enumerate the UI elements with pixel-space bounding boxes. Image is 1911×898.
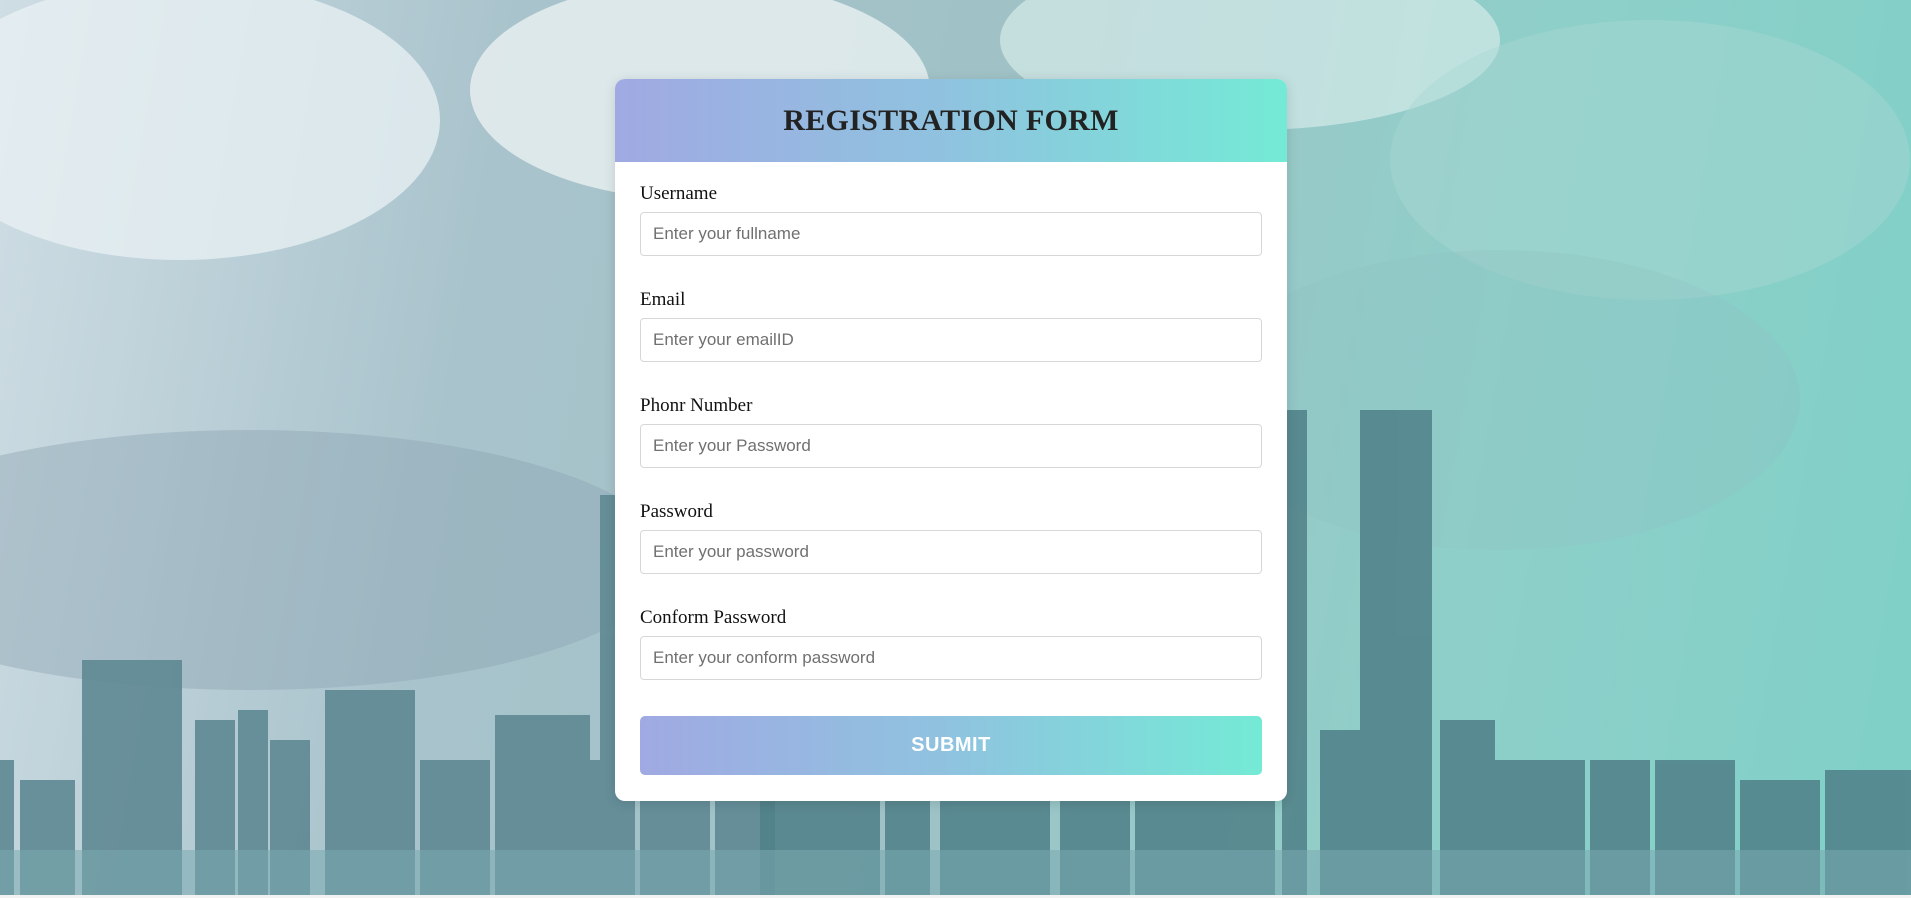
confirm-password-input[interactable] xyxy=(640,636,1262,680)
confirm-password-label: Conform Password xyxy=(640,607,787,628)
phone-number-label: Phonr Number xyxy=(640,395,753,416)
username-field: Username xyxy=(640,183,1262,289)
password-input[interactable] xyxy=(640,530,1262,574)
username-label: Username xyxy=(640,183,718,204)
registration-card: REGISTRATION FORM Username Email Phonr N… xyxy=(615,79,1287,801)
registration-form: Username Email Phonr Number Password Con… xyxy=(615,162,1287,775)
password-label: Password xyxy=(640,501,713,522)
confirm-password-field: Conform Password xyxy=(640,607,1262,713)
submit-button[interactable]: SUBMIT xyxy=(640,716,1262,775)
phone-number-field: Phonr Number xyxy=(640,395,1262,501)
email-label: Email xyxy=(640,289,686,310)
password-field: Password xyxy=(640,501,1262,607)
email-field: Email xyxy=(640,289,1262,395)
email-input[interactable] xyxy=(640,318,1262,362)
card-header: REGISTRATION FORM xyxy=(615,79,1287,162)
phone-number-input[interactable] xyxy=(640,424,1262,468)
username-input[interactable] xyxy=(640,212,1262,256)
form-title: REGISTRATION FORM xyxy=(783,103,1119,137)
